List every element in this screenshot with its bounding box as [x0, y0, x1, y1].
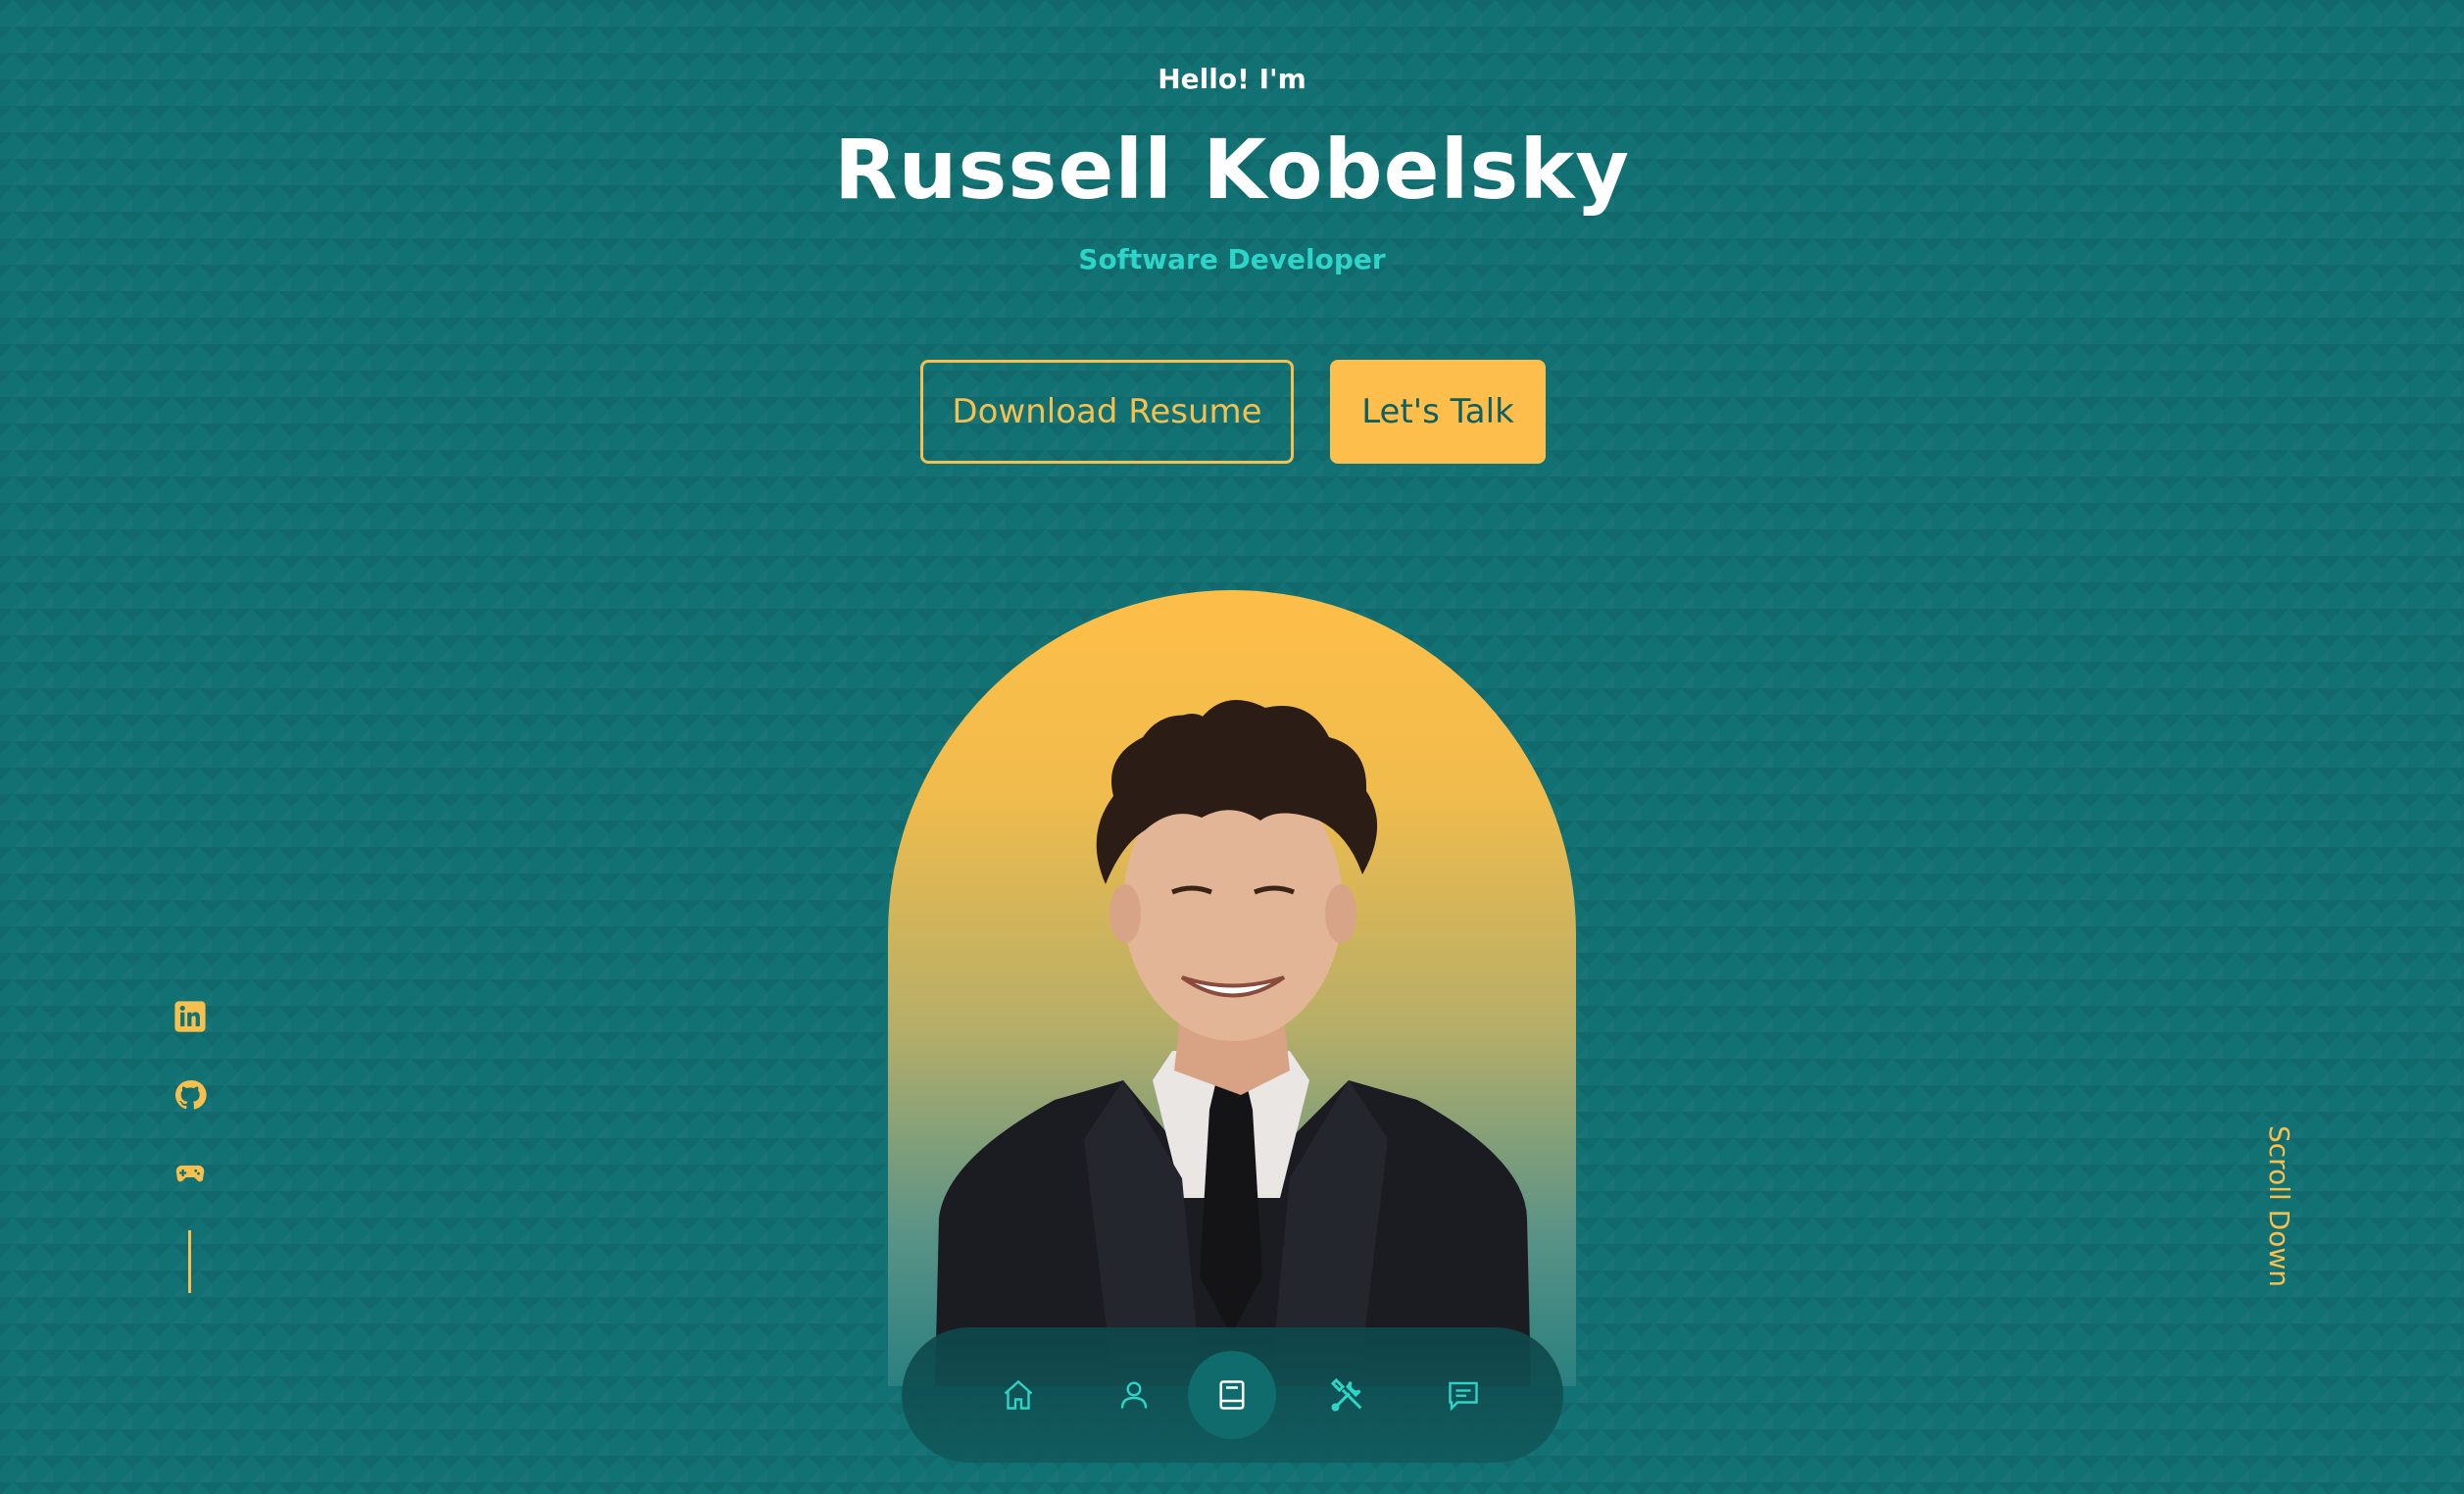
- scroll-down-label: Scroll Down: [2263, 1125, 2295, 1287]
- linkedin-icon[interactable]: [172, 999, 208, 1034]
- nav-home[interactable]: [974, 1351, 1062, 1439]
- social-divider-line: [188, 1230, 191, 1293]
- nav-about[interactable]: [1090, 1351, 1178, 1439]
- nav-experience[interactable]: [1188, 1351, 1276, 1439]
- github-icon[interactable]: [172, 1077, 208, 1113]
- home-icon: [1004, 1379, 1033, 1410]
- tools-icon: [1330, 1377, 1362, 1412]
- nav-contact[interactable]: [1419, 1351, 1507, 1439]
- bottom-navbar: [902, 1327, 1563, 1463]
- scroll-down-link[interactable]: Scroll Down: [2263, 1125, 2298, 1287]
- download-resume-button[interactable]: Download Resume: [920, 360, 1294, 464]
- hero-role: Software Developer: [1078, 243, 1386, 275]
- gamepad-icon[interactable]: [172, 1155, 208, 1190]
- nav-skills[interactable]: [1304, 1351, 1392, 1439]
- user-icon: [1120, 1381, 1148, 1409]
- message-icon: [1449, 1381, 1478, 1412]
- profile-portrait-image: [935, 700, 1531, 1386]
- profile-portrait-frame: [888, 590, 1576, 1386]
- lets-talk-button[interactable]: Let's Talk: [1330, 360, 1546, 464]
- book-icon: [1219, 1380, 1245, 1410]
- hero-name: Russell Kobelsky: [833, 122, 1631, 218]
- greeting-text: Hello! I'm: [1158, 63, 1306, 95]
